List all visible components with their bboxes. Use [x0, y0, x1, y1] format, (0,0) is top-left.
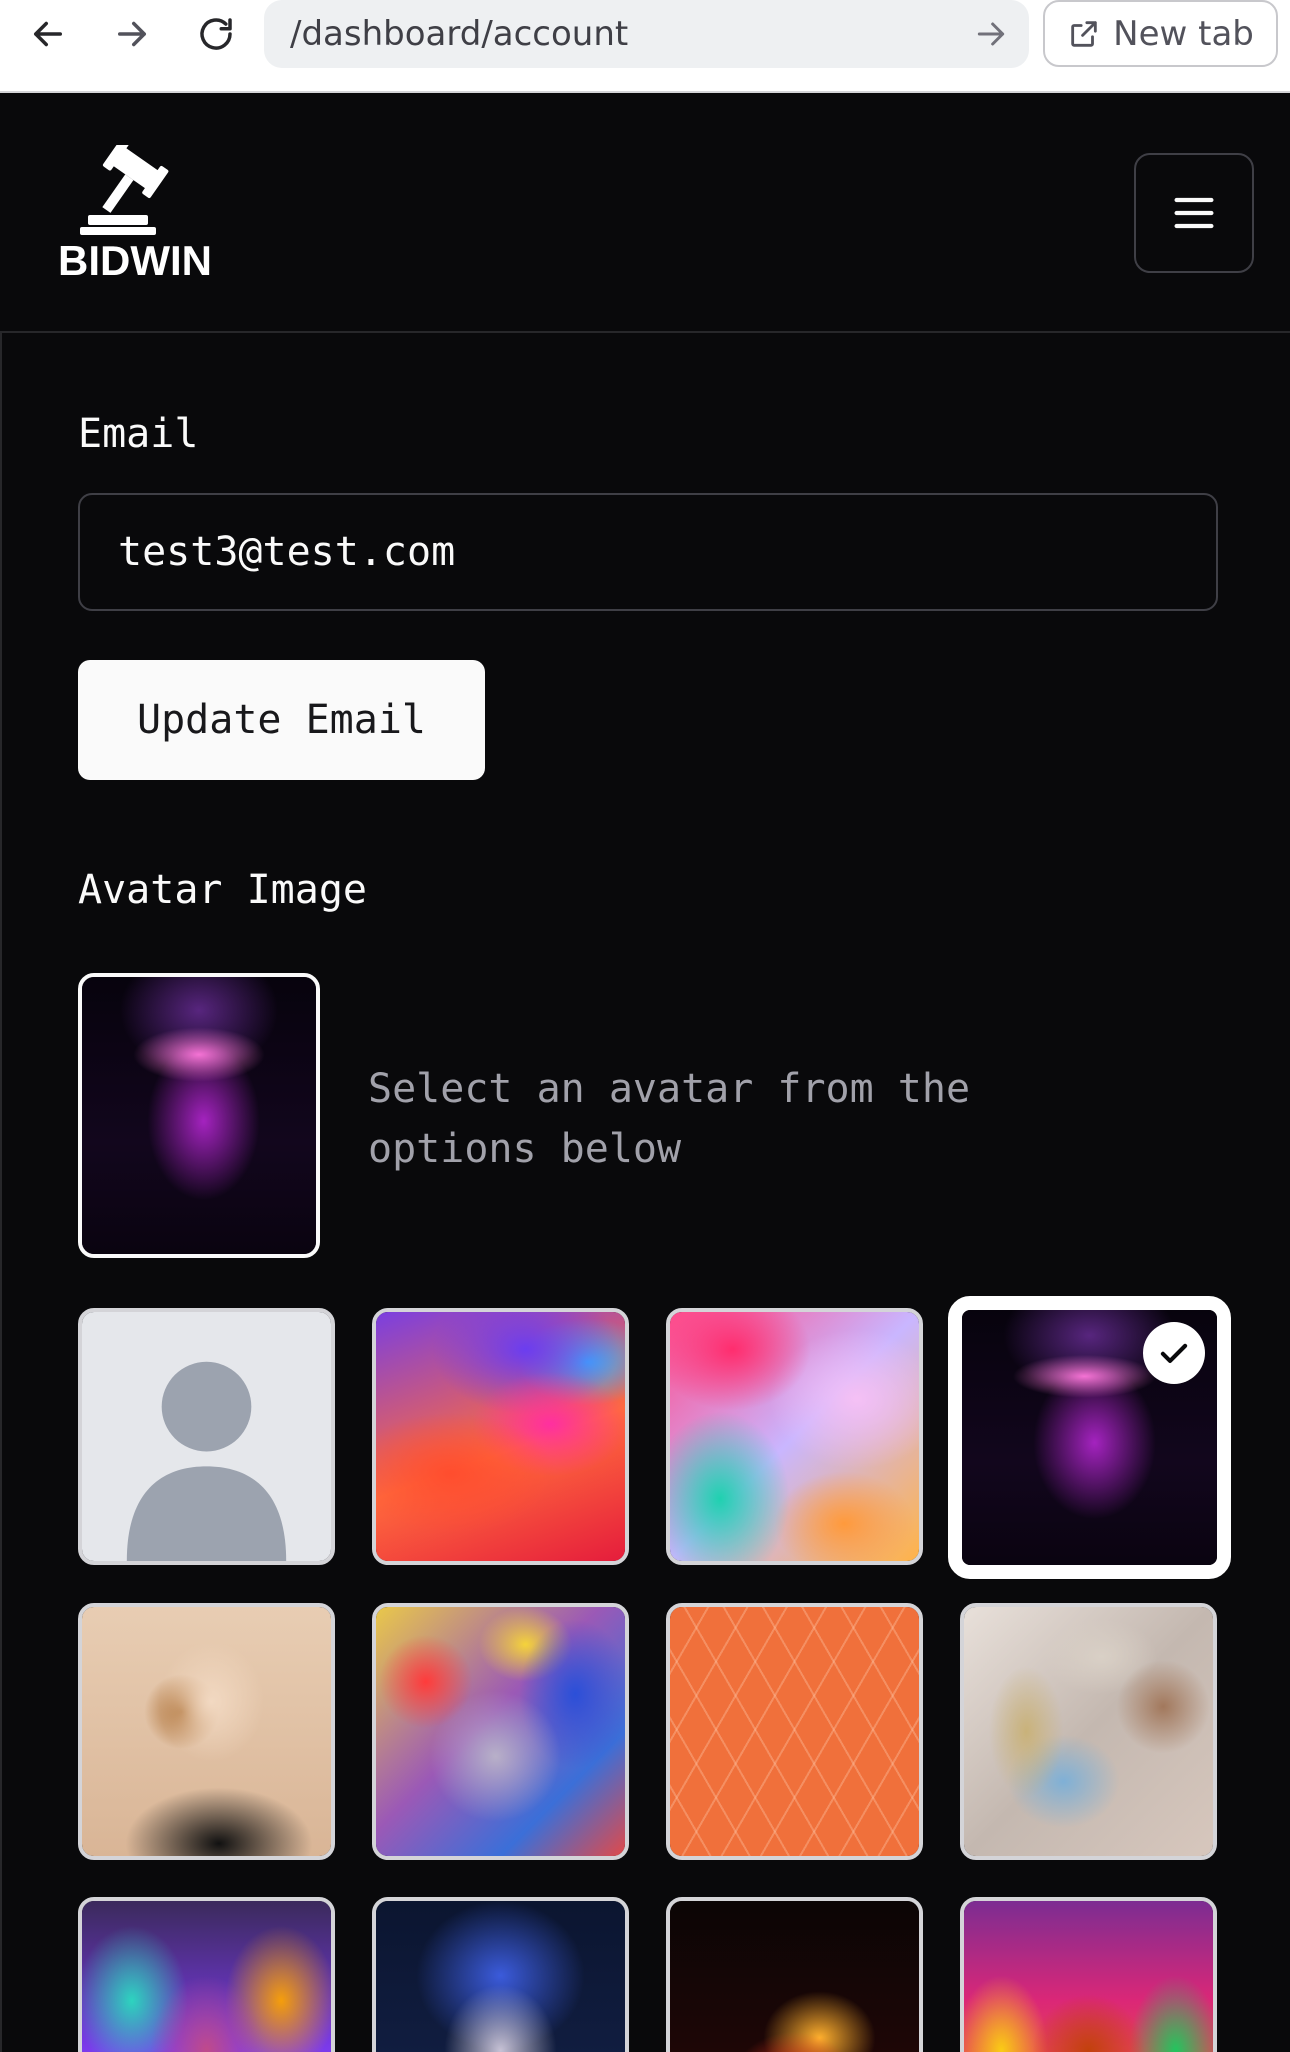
current-avatar-preview — [78, 973, 320, 1258]
go-arrow-icon[interactable] — [971, 14, 1011, 54]
bidwin-logo[interactable]: BIDWIN — [56, 145, 216, 285]
avatar-option-neon-glasses[interactable] — [948, 1296, 1231, 1579]
avatar-option-abstract-paint[interactable] — [372, 1308, 629, 1565]
logo-text: BIDWIN — [58, 237, 212, 284]
selected-check — [1143, 1322, 1205, 1384]
avatar-option-alcohol-ink[interactable] — [666, 1308, 923, 1565]
avatar-option-painted-face[interactable] — [960, 1897, 1217, 2052]
new-tab-button[interactable]: New tab — [1043, 0, 1278, 67]
menu-button[interactable] — [1134, 153, 1254, 273]
avatar-option-rainbow-hair[interactable] — [78, 1897, 335, 2052]
avatar-option-butterfly-portrait[interactable] — [78, 1603, 335, 1860]
url-text: /dashboard/account — [290, 14, 629, 54]
avatar-option-graffiti-face[interactable] — [372, 1603, 629, 1860]
new-tab-label: New tab — [1113, 13, 1254, 54]
arrow-right-icon — [118, 21, 146, 47]
avatar-option-blue-smoke[interactable] — [372, 1897, 629, 2052]
back-button[interactable] — [18, 8, 78, 60]
hamburger-icon — [1174, 197, 1214, 229]
site-header: BIDWIN — [0, 93, 1290, 333]
avatar-option-liquid-metal[interactable] — [960, 1603, 1217, 1860]
checkmark-icon — [1160, 1343, 1188, 1363]
forward-button[interactable] — [102, 8, 162, 60]
external-link-icon — [1071, 20, 1097, 47]
gavel-icon — [80, 145, 169, 235]
reload-button[interactable] — [186, 8, 246, 60]
arrow-left-icon — [34, 21, 62, 47]
avatar-option-orange-leaves[interactable] — [666, 1603, 923, 1860]
address-bar[interactable]: /dashboard/account — [264, 0, 1029, 68]
email-label: Email — [78, 411, 199, 457]
avatar-option-default[interactable] — [78, 1308, 335, 1565]
update-email-button[interactable]: Update Email — [78, 660, 485, 780]
avatar-option-fire-embrace[interactable] — [666, 1897, 923, 2052]
avatar-label: Avatar Image — [78, 867, 367, 913]
reload-icon — [200, 18, 232, 50]
browser-toolbar: /dashboard/account New tab — [0, 0, 1290, 93]
avatar-hint: Select an avatar from the options below — [368, 1066, 971, 1172]
neon-glasses-portrait-image — [82, 977, 316, 1254]
account-settings: Email Update Email Avatar Image Select a… — [0, 333, 1290, 2052]
email-input[interactable] — [78, 493, 1218, 611]
person-icon — [126, 1361, 287, 1561]
